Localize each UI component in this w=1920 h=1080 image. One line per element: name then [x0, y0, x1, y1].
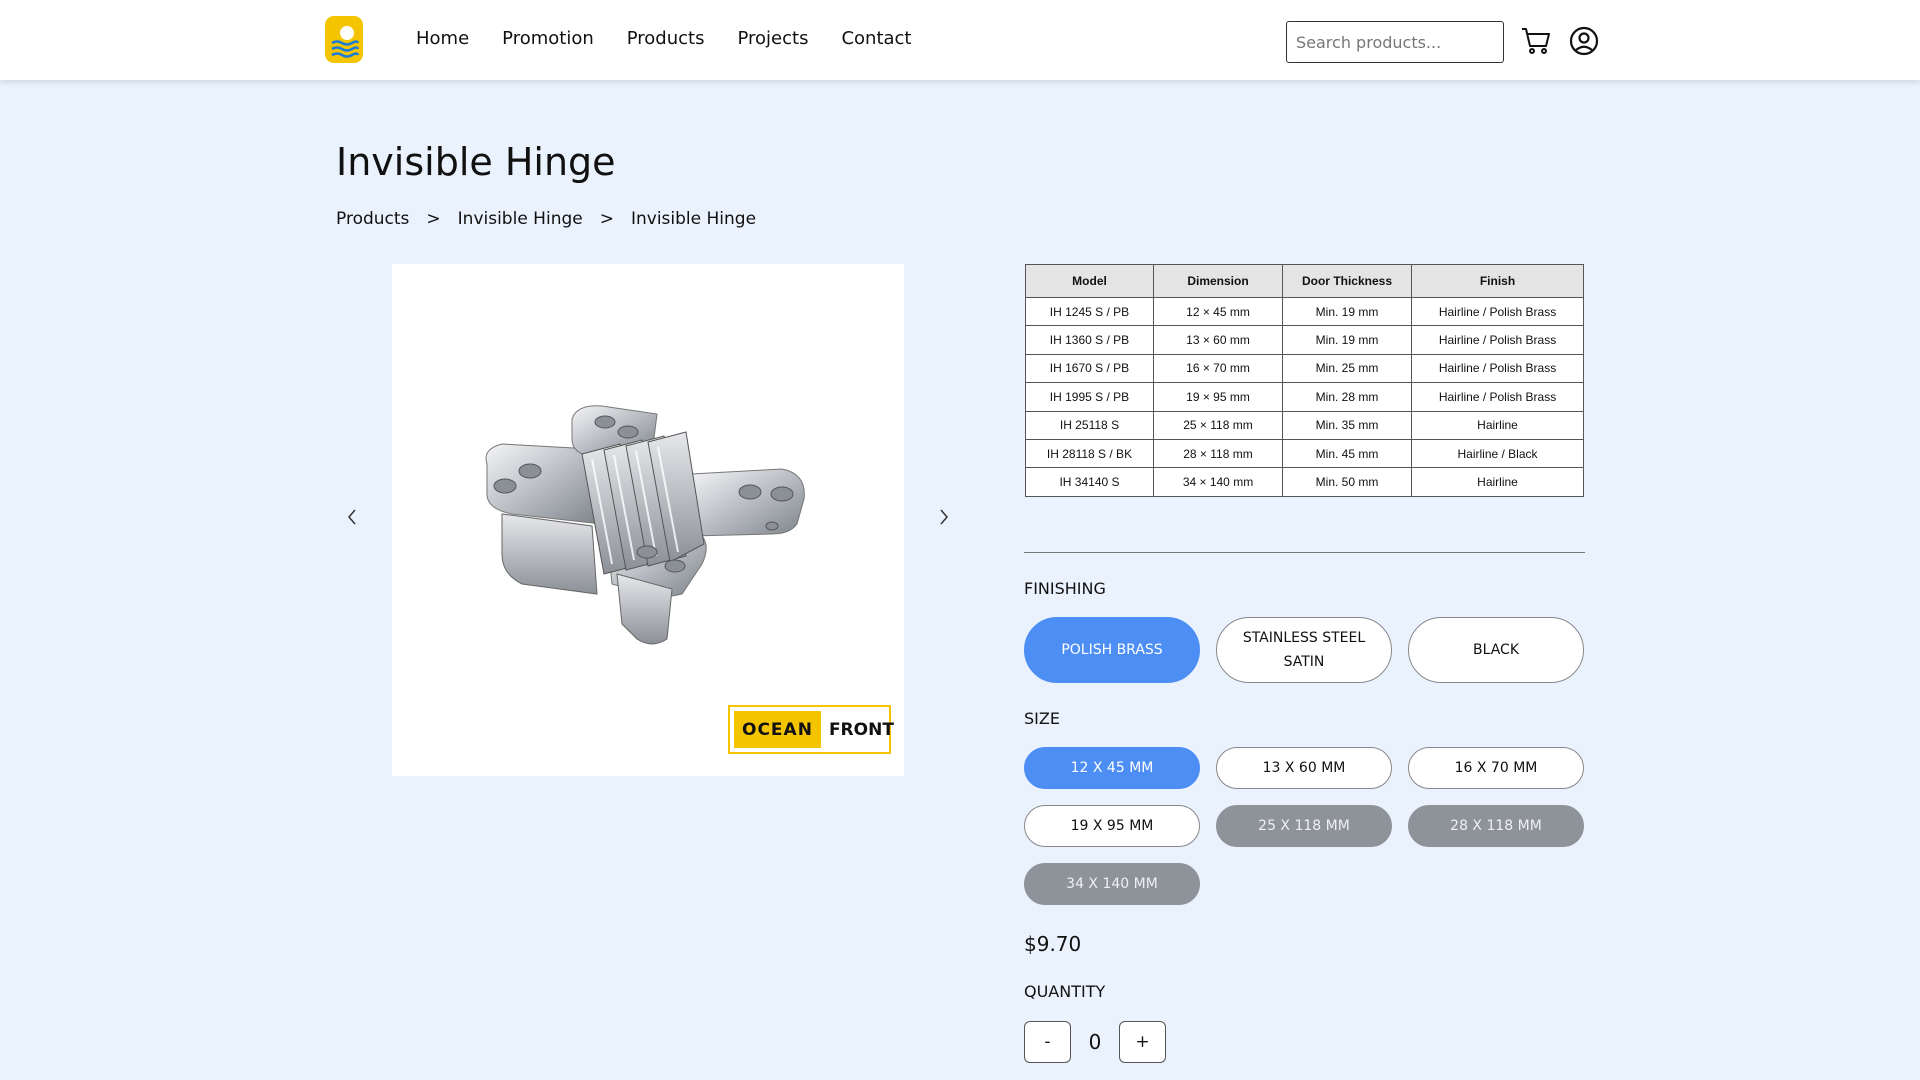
table-cell: IH 1995 S / PB	[1025, 382, 1154, 412]
table-cell: 25 × 118 mm	[1153, 410, 1283, 440]
table-cell: Min. 45 mm	[1282, 438, 1412, 469]
table-cell: Min. 19 mm	[1282, 296, 1412, 327]
gallery-prev-arrow-icon[interactable]	[340, 502, 364, 532]
size-option-disabled: 25 X 118 MM	[1216, 805, 1392, 847]
quantity-value: 0	[1088, 1030, 1102, 1054]
product-price: $9.70	[1024, 932, 1082, 956]
spec-table: Model Dimension Door Thickness Finish IH…	[1025, 264, 1584, 497]
table-cell: 34 × 140 mm	[1153, 467, 1283, 497]
size-option[interactable]: 19 X 95 MM	[1024, 805, 1200, 847]
table-cell: Hairline	[1411, 410, 1584, 440]
logo-icon[interactable]	[325, 16, 363, 63]
column-header: Dimension	[1153, 264, 1283, 298]
shopping-cart-icon[interactable]	[1520, 25, 1552, 57]
breadcrumb-separator: >	[599, 209, 614, 229]
table-row: IH 28118 S / BK 28 × 118 mm Min. 45 mm H…	[1025, 438, 1584, 469]
table-cell: Min. 25 mm	[1282, 353, 1412, 384]
brand-logo: OCEAN FRONT	[728, 705, 894, 754]
gallery-next-arrow-icon[interactable]	[932, 502, 956, 532]
column-header: Door Thickness	[1282, 264, 1412, 298]
table-cell: 12 × 45 mm	[1153, 296, 1283, 327]
brand-name-part2: FRONT	[828, 719, 894, 740]
product-image: OCEAN FRONT	[392, 264, 904, 776]
nav-products[interactable]: Products	[627, 27, 705, 51]
breadcrumb-separator: >	[426, 209, 441, 229]
size-label: SIZE	[1024, 709, 1060, 728]
nav-home[interactable]: Home	[416, 27, 469, 51]
breadcrumb-current: Invisible Hinge	[630, 209, 757, 229]
table-cell: Hairline / Polish Brass	[1411, 296, 1584, 327]
finish-option-black[interactable]: BLACK	[1408, 617, 1584, 683]
top-header: Home Promotion Products Projects Contact	[0, 0, 1920, 80]
quantity-label: QUANTITY	[1024, 982, 1106, 1001]
table-cell: Hairline / Polish Brass	[1411, 353, 1584, 384]
column-header: Model	[1025, 264, 1154, 298]
size-option[interactable]: 12 X 45 MM	[1024, 747, 1200, 789]
table-row: IH 1245 S / PB 12 × 45 mm Min. 19 mm Hai…	[1025, 296, 1584, 327]
table-cell: Min. 35 mm	[1282, 410, 1412, 440]
nav-promotion[interactable]: Promotion	[502, 27, 594, 51]
table-cell: 19 × 95 mm	[1153, 382, 1283, 412]
nav-projects[interactable]: Projects	[737, 27, 808, 51]
table-cell: 28 × 118 mm	[1153, 438, 1283, 469]
page-title: Invisible Hinge	[336, 140, 616, 184]
quantity-decrease-button[interactable]: -	[1024, 1021, 1071, 1063]
table-cell: IH 28118 S / BK	[1025, 438, 1154, 469]
table-row: IH 1360 S / PB 13 × 60 mm Min. 19 mm Hai…	[1025, 325, 1584, 355]
breadcrumb-category[interactable]: Invisible Hinge	[458, 209, 583, 229]
section-divider	[1024, 552, 1585, 553]
table-row: IH 34140 S 34 × 140 mm Min. 50 mm Hairli…	[1025, 467, 1584, 497]
search-input[interactable]	[1286, 21, 1504, 63]
size-option-disabled: 34 X 140 MM	[1024, 863, 1200, 905]
user-circle-icon[interactable]	[1568, 25, 1600, 57]
table-cell: Hairline	[1411, 467, 1584, 497]
table-cell: IH 1360 S / PB	[1025, 325, 1154, 355]
size-option-disabled: 28 X 118 MM	[1408, 805, 1584, 847]
table-row: IH 1670 S / PB 16 × 70 mm Min. 25 mm Hai…	[1025, 353, 1584, 384]
brand-name-part1: OCEAN	[734, 711, 821, 748]
table-cell: Hairline / Polish Brass	[1411, 325, 1584, 355]
table-cell: 13 × 60 mm	[1153, 325, 1283, 355]
table-header-row: Model Dimension Door Thickness Finish	[1025, 264, 1584, 298]
table-cell: IH 25118 S	[1025, 410, 1154, 440]
table-cell: IH 34140 S	[1025, 467, 1154, 497]
table-cell: 16 × 70 mm	[1153, 353, 1283, 384]
table-cell: Min. 19 mm	[1282, 325, 1412, 355]
finish-option-stainless-steel-satin[interactable]: STAINLESS STEEL SATIN	[1216, 617, 1392, 683]
table-cell: Hairline / Polish Brass	[1411, 382, 1584, 412]
main-nav: Home Promotion Products Projects Contact	[416, 27, 911, 51]
table-row: IH 25118 S 25 × 118 mm Min. 35 mm Hairli…	[1025, 410, 1584, 440]
column-header: Finish	[1411, 264, 1584, 298]
hinge-illustration	[485, 405, 805, 645]
table-cell: Min. 50 mm	[1282, 467, 1412, 497]
finishing-label: FINISHING	[1024, 579, 1106, 598]
table-row: IH 1995 S / PB 19 × 95 mm Min. 28 mm Hai…	[1025, 382, 1584, 412]
table-cell: Hairline / Black	[1411, 438, 1584, 469]
breadcrumb: Products > Invisible Hinge > Invisible H…	[336, 209, 756, 229]
size-option[interactable]: 13 X 60 MM	[1216, 747, 1392, 789]
quantity-increase-button[interactable]: +	[1119, 1021, 1166, 1063]
breadcrumb-products[interactable]: Products	[336, 209, 409, 229]
table-cell: IH 1670 S / PB	[1025, 353, 1154, 384]
table-cell: IH 1245 S / PB	[1025, 296, 1154, 327]
table-cell: Min. 28 mm	[1282, 382, 1412, 412]
nav-contact[interactable]: Contact	[841, 27, 911, 51]
finish-option-polish-brass[interactable]: POLISH BRASS	[1024, 617, 1200, 683]
size-option[interactable]: 16 X 70 MM	[1408, 747, 1584, 789]
